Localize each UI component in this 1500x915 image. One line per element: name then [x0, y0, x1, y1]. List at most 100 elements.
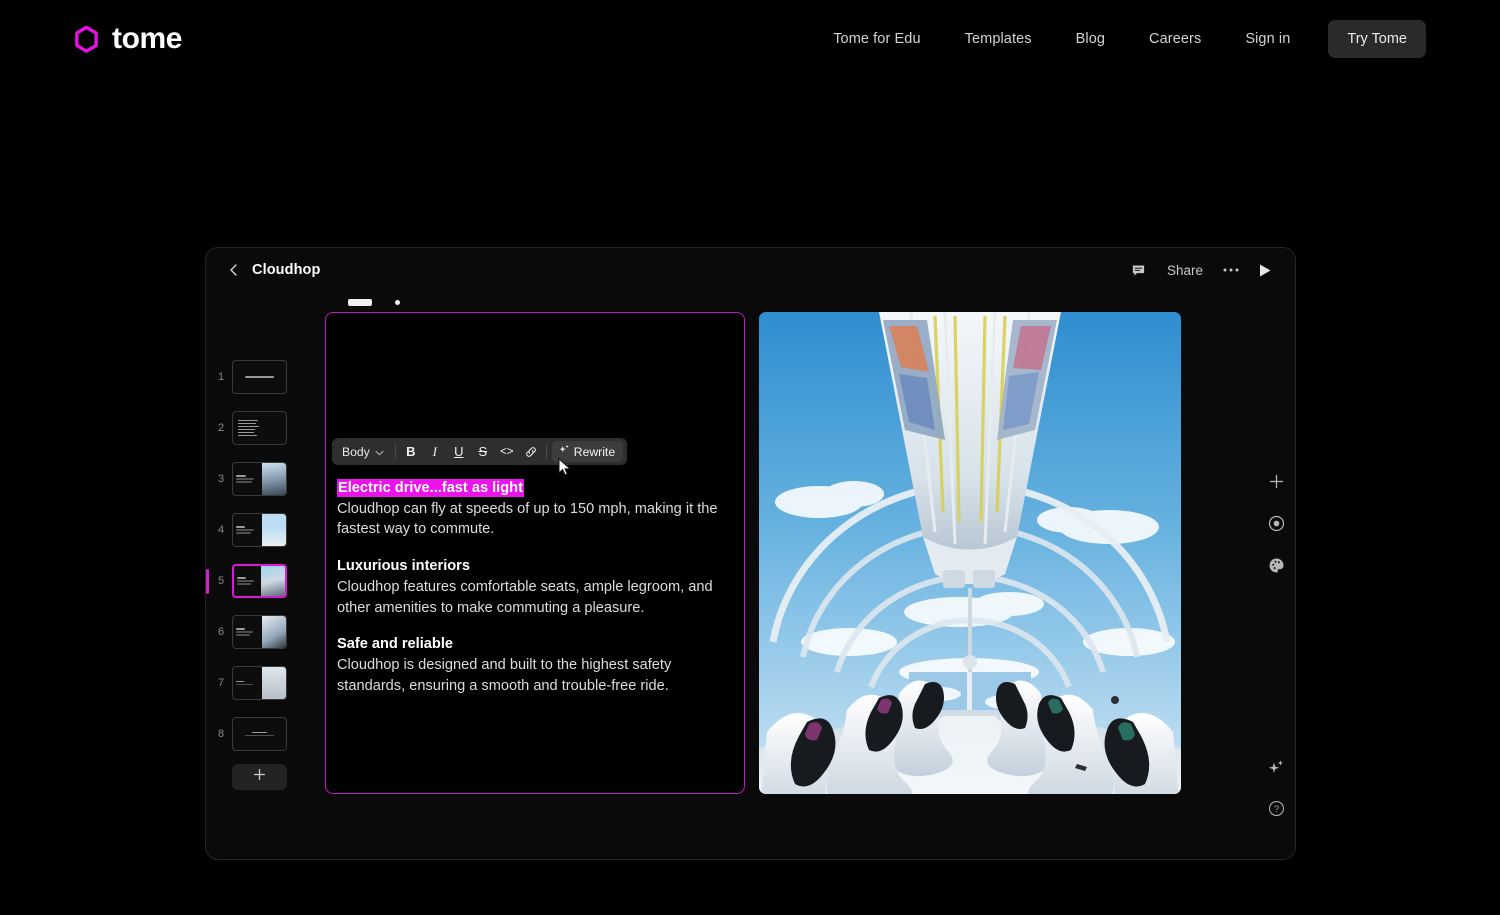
- slide-number: 1: [217, 371, 225, 383]
- sparkle-icon: [558, 444, 570, 459]
- slide-thumbnail-6[interactable]: 6: [206, 611, 306, 653]
- right-tool-rail: [1263, 468, 1289, 578]
- slide-thumbnail-5[interactable]: 5: [206, 560, 306, 602]
- plus-icon: [253, 768, 266, 786]
- chevron-down-icon: [375, 445, 384, 459]
- rewrite-label: Rewrite: [573, 444, 616, 459]
- slide-number: 7: [217, 677, 225, 689]
- thumb-content: [234, 566, 261, 596]
- mouse-cursor: [558, 457, 572, 477]
- right-tool-rail-bottom: ?: [1263, 755, 1289, 821]
- sparkle-icon[interactable]: [1263, 755, 1289, 781]
- thumbnail-preview: [232, 411, 287, 445]
- heading-1-wrap: Electric drive...fast as light: [337, 478, 729, 499]
- try-tome-button[interactable]: Try Tome: [1328, 20, 1426, 58]
- chevron-left-icon[interactable]: [225, 261, 243, 279]
- nav-link-tome-for-edu[interactable]: Tome for Edu: [811, 31, 942, 47]
- thumb-content: [233, 616, 262, 648]
- formatting-toolbar[interactable]: Body B I U S <> Rewrite: [332, 438, 628, 465]
- brand-name: tome: [112, 22, 183, 55]
- thumb-content: [233, 667, 262, 699]
- nav-link-templates[interactable]: Templates: [943, 31, 1054, 47]
- slide-thumbnail-7[interactable]: 7: [206, 662, 306, 704]
- text-group-1: Electric drive...fast as light Cloudhop …: [337, 478, 729, 540]
- slide-number: 4: [217, 524, 225, 536]
- text-style-dropdown[interactable]: Body: [336, 445, 392, 459]
- slide-number: 6: [217, 626, 225, 638]
- thumb-content: [233, 361, 286, 393]
- text-group-2: Luxurious interiors Cloudhop features co…: [337, 556, 729, 618]
- page-title: Cloudhop: [252, 262, 321, 278]
- heading-selected[interactable]: Electric drive...fast as light: [337, 479, 524, 497]
- paragraph-2[interactable]: Cloudhop features comfortable seats, amp…: [337, 577, 729, 618]
- thumb-image: [262, 616, 286, 648]
- play-icon[interactable]: [1248, 255, 1282, 285]
- thumbnail-preview: [232, 513, 287, 547]
- thumb-content: [233, 463, 262, 495]
- strikethrough-button[interactable]: S: [471, 441, 495, 463]
- toolbar-divider: [545, 444, 547, 459]
- slide-thumbnail-2[interactable]: 2: [206, 407, 306, 449]
- help-circle-icon[interactable]: ?: [1263, 795, 1289, 821]
- slide-image[interactable]: [759, 312, 1181, 794]
- site-navigation: tome Tome for Edu Templates Blog Careers…: [0, 0, 1500, 78]
- svg-text:?: ?: [1274, 803, 1279, 813]
- thumbnail-preview: [232, 615, 287, 649]
- thumbnail-preview: [232, 564, 287, 598]
- brand-logo[interactable]: tome: [72, 22, 182, 56]
- rich-text-content[interactable]: Electric drive...fast as light Cloudhop …: [337, 478, 729, 712]
- slide-number: 8: [217, 728, 225, 740]
- nav-link-careers[interactable]: Careers: [1127, 31, 1223, 47]
- link-icon[interactable]: [519, 441, 543, 463]
- slide-thumbnail-8[interactable]: 8: [206, 713, 306, 755]
- nav-link-blog[interactable]: Blog: [1054, 31, 1127, 47]
- add-slide-button[interactable]: [232, 764, 287, 790]
- thumbnail-preview: [232, 462, 287, 496]
- tome-hexagon-logo-icon: [72, 25, 101, 54]
- pod-interior-illustration: [759, 312, 1181, 794]
- ellipsis-icon[interactable]: [1214, 255, 1248, 285]
- selection-indicator: [206, 569, 209, 594]
- heading-2[interactable]: Luxurious interiors: [337, 556, 729, 577]
- editor-header: Cloudhop Share: [206, 248, 1295, 292]
- nav-link-sign-in[interactable]: Sign in: [1223, 31, 1312, 47]
- thumb-image: [262, 667, 286, 699]
- share-button[interactable]: Share: [1156, 263, 1214, 278]
- paragraph-3[interactable]: Cloudhop is designed and built to the hi…: [337, 655, 729, 696]
- palette-icon[interactable]: [1263, 552, 1289, 578]
- text-block-editor[interactable]: Body B I U S <> Rewrite Electric drive..…: [325, 299, 745, 794]
- slide-thumbnail-3[interactable]: 3: [206, 458, 306, 500]
- nav-links: Tome for Edu Templates Blog Careers Sign…: [811, 20, 1426, 58]
- slide-thumbnail-rail[interactable]: 1 2 3 4 5 6 7 8: [206, 356, 306, 859]
- heading-3[interactable]: Safe and reliable: [337, 634, 729, 655]
- thumb-content: [233, 412, 286, 444]
- block-drag-handle[interactable]: [348, 299, 372, 306]
- code-button[interactable]: <>: [495, 441, 519, 463]
- slide-number: 5: [217, 575, 225, 587]
- text-group-3: Safe and reliable Cloudhop is designed a…: [337, 634, 729, 696]
- thumbnail-preview: [232, 666, 287, 700]
- tome-editor-card: Cloudhop Share 1 2 3 4 5 6 7 8 Body B I …: [205, 247, 1296, 860]
- slide-thumbnail-4[interactable]: 4: [206, 509, 306, 551]
- thumbnail-preview: [232, 717, 287, 751]
- thumb-content: [233, 718, 286, 750]
- comment-icon[interactable]: [1122, 255, 1156, 285]
- bold-button[interactable]: B: [399, 441, 423, 463]
- record-target-icon[interactable]: [1263, 510, 1289, 536]
- thumb-image: [261, 566, 285, 596]
- thumb-image: [262, 463, 286, 495]
- text-style-label: Body: [342, 444, 370, 459]
- slide-thumbnail-1[interactable]: 1: [206, 356, 306, 398]
- slide-number: 3: [217, 473, 225, 485]
- thumb-image: [262, 514, 286, 546]
- editor-header-actions: Share: [1122, 255, 1282, 285]
- thumb-title-line: [245, 376, 274, 378]
- toolbar-divider: [394, 444, 396, 459]
- paragraph-1[interactable]: Cloudhop can fly at speeds of up to 150 …: [337, 499, 729, 540]
- underline-button[interactable]: U: [447, 441, 471, 463]
- thumbnail-preview: [232, 360, 287, 394]
- block-dot-handle[interactable]: [395, 300, 400, 305]
- plus-icon[interactable]: [1263, 468, 1289, 494]
- italic-button[interactable]: I: [423, 441, 447, 463]
- slide-number: 2: [217, 422, 225, 434]
